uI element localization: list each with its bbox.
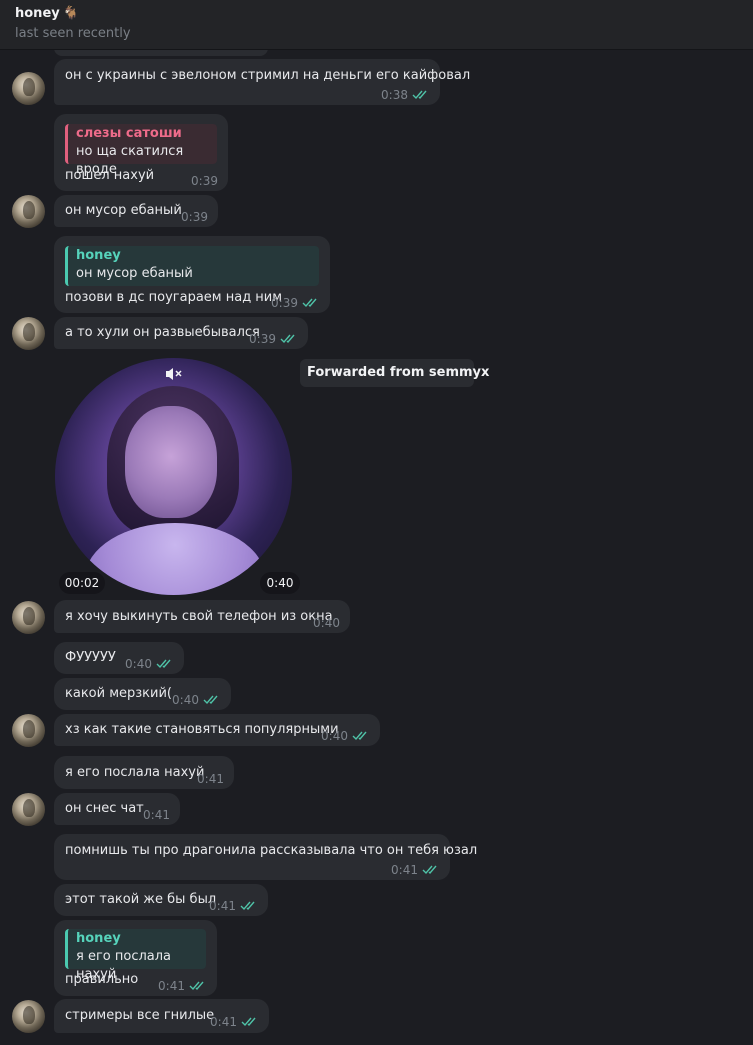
message-meta: 0:41	[143, 806, 170, 824]
message-meta: 0:38	[381, 86, 430, 104]
reply-author: honey	[76, 931, 121, 946]
video-frame-face	[125, 406, 217, 518]
avatar[interactable]	[12, 195, 45, 228]
message-time: 0:39	[191, 174, 218, 188]
message-text: он мусор ебаный	[65, 203, 182, 218]
video-frame-shirt	[85, 523, 265, 595]
double-check-icon	[241, 1017, 259, 1027]
muted-speaker-icon[interactable]	[164, 366, 182, 382]
message-meta: 0:40	[125, 655, 174, 673]
message-bubble[interactable]: а то хули он развыебывался 0:39	[54, 317, 308, 349]
avatar[interactable]	[12, 714, 45, 747]
message-bubble[interactable]: этот такой же бы был 0:41	[54, 884, 268, 916]
message-time: 0:39	[249, 332, 276, 346]
message-time: 0:39	[181, 210, 208, 224]
reply-quote[interactable]: слезы сатоши но ща скатился вроде	[65, 124, 217, 177]
avatar[interactable]	[12, 72, 45, 105]
double-check-icon	[412, 90, 430, 100]
message-bubble[interactable]: помнишь ты про драгонила рассказывала чт…	[54, 834, 477, 880]
message-bubble[interactable]: он с украины с эвелоном стримил на деньг…	[54, 59, 470, 105]
message-bubble[interactable]: honey я его послала нахуй правильно 0:41	[54, 920, 217, 996]
contact-name-text: honey	[15, 6, 60, 21]
message-time: 0:41	[143, 808, 170, 822]
video-elapsed-time: 00:02	[59, 572, 105, 594]
message-bubble[interactable]: он мусор ебаный 0:39	[54, 195, 218, 227]
message-time: 0:41	[391, 863, 418, 877]
message-bubble[interactable]: я хочу выкинуть свой телефон из окна 0:4…	[54, 600, 350, 633]
double-check-icon	[189, 981, 207, 991]
double-check-icon	[422, 865, 440, 875]
message-text: а то хули он развыебывался	[65, 325, 260, 340]
message-meta: 0:39	[271, 294, 320, 312]
contact-name[interactable]: honey 🐐	[15, 6, 79, 21]
message-text: правильно	[65, 972, 139, 987]
reply-quote[interactable]: honey он мусор ебаный	[65, 246, 319, 286]
message-bubble[interactable]: honey он мусор ебаный позови в дс поугар…	[54, 236, 330, 313]
message-text: помнишь ты про драгонила рассказывала чт…	[65, 843, 478, 858]
avatar[interactable]	[12, 1000, 45, 1033]
double-check-icon	[203, 695, 221, 705]
message-bubble[interactable]: стримеры все гнилые 0:41	[54, 999, 269, 1033]
message-meta: 0:41	[197, 770, 224, 788]
video-duration: 0:40	[260, 572, 300, 594]
reply-text: он мусор ебаный	[76, 266, 193, 281]
message-bubble[interactable]: какой мерзкий( 0:40	[54, 678, 231, 710]
double-check-icon	[302, 298, 320, 308]
message-time: 0:40	[313, 616, 340, 630]
message-time: 0:40	[321, 729, 348, 743]
message-text: я его послала нахуй	[65, 765, 205, 780]
message-text: пошел нахуй	[65, 168, 155, 183]
message-meta: 0:41	[391, 861, 440, 879]
message-meta: 0:40	[321, 727, 370, 745]
double-check-icon	[280, 334, 298, 344]
avatar[interactable]	[12, 793, 45, 826]
message-time: 0:41	[197, 772, 224, 786]
reply-author: слезы сатоши	[76, 126, 182, 141]
message-meta: 0:41	[158, 977, 207, 995]
message-bubble[interactable]: ФУУУУУ 0:40	[54, 642, 184, 674]
chat-header[interactable]: honey 🐐 last seen recently	[0, 0, 753, 50]
message-text: стримеры все гнилые	[65, 1008, 215, 1023]
message-time: 0:38	[381, 88, 408, 102]
message-bubble[interactable]: хз как такие становяться популярными 0:4…	[54, 714, 380, 746]
round-video-message[interactable]	[55, 358, 292, 595]
double-check-icon	[156, 659, 174, 669]
message-text: хз как такие становяться популярными	[65, 722, 339, 737]
message-time: 0:41	[210, 1015, 237, 1029]
message-time: 0:41	[158, 979, 185, 993]
message-text: какой мерзкий(	[65, 686, 172, 701]
forwarded-from-label[interactable]: Forwarded from semmyx	[300, 359, 489, 387]
avatar[interactable]	[12, 317, 45, 350]
double-check-icon	[240, 901, 258, 911]
message-meta: 0:39	[191, 172, 218, 190]
message-meta: 0:40	[172, 691, 221, 709]
message-bubble[interactable]: я его послала нахуй 0:41	[54, 756, 234, 789]
message-bubble[interactable]: он снес чат 0:41	[54, 793, 180, 825]
reply-author: honey	[76, 248, 121, 263]
message-text: этот такой же бы был	[65, 892, 217, 907]
double-check-icon	[352, 731, 370, 741]
message-meta: 0:41	[209, 897, 258, 915]
message-meta: 0:39	[181, 208, 208, 226]
message-meta: 0:40	[313, 614, 340, 632]
message-text: я хочу выкинуть свой телефон из окна	[65, 609, 333, 624]
message-bubble[interactable]: слезы сатоши но ща скатился вроде пошел …	[54, 114, 228, 191]
message-time: 0:39	[271, 296, 298, 310]
message-text: позови в дс поугараем над ним	[65, 290, 283, 305]
message-text: ФУУУУУ	[65, 650, 116, 665]
reply-quote[interactable]: honey я его послала нахуй	[65, 929, 206, 982]
goat-emoji-icon: 🐐	[62, 6, 79, 21]
message-time: 0:40	[125, 657, 152, 671]
message-time: 0:40	[172, 693, 199, 707]
contact-status: last seen recently	[15, 26, 131, 41]
message-text: он с украины с эвелоном стримил на деньг…	[65, 68, 471, 83]
message-time: 0:41	[209, 899, 236, 913]
message-text: он снес чат	[65, 801, 144, 816]
avatar[interactable]	[12, 601, 45, 634]
message-list[interactable]: он с украины с эвелоном стримил на деньг…	[0, 0, 753, 1045]
message-meta: 0:41	[210, 1013, 259, 1031]
message-meta: 0:39	[249, 330, 298, 348]
